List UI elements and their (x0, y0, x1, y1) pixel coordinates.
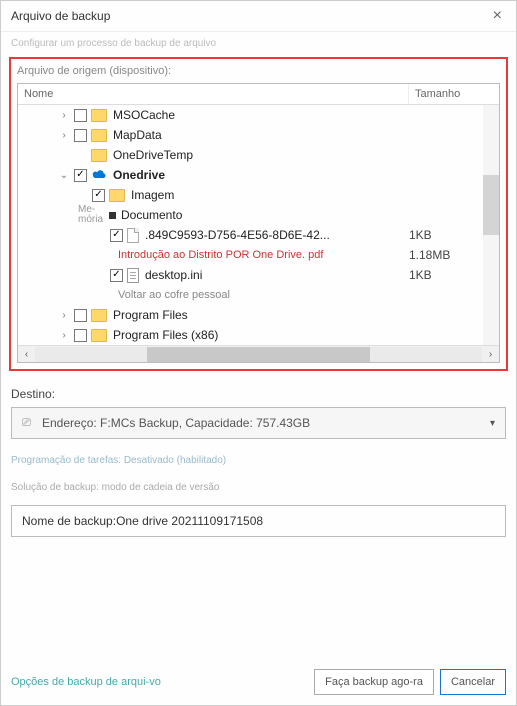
window-subtitle: Configurar um processo de backup de arqu… (1, 32, 516, 55)
tree-item-label: Documento (121, 208, 182, 222)
chevron-down-icon: ▾ (490, 418, 495, 429)
tree-item-label: .849C9593-D756-4E56-8D6E-42... (145, 228, 330, 242)
tree-row[interactable]: OneDriveTemp (18, 145, 499, 165)
tree-item-label: MapData (113, 128, 162, 142)
document-icon (127, 268, 139, 283)
tree-item-label: desktop.ini (145, 268, 202, 282)
folder-icon (91, 329, 107, 342)
checkbox[interactable] (74, 329, 87, 342)
backup-now-button[interactable]: Faça backup ago-ra (314, 669, 434, 695)
advanced-options-link[interactable]: Opções de backup de arqui-vo (11, 676, 308, 688)
tree-item-label: Program Files (x86) (113, 328, 218, 342)
tree-row[interactable]: › MSOCache (18, 105, 499, 125)
tree-row[interactable]: › Program Files (18, 305, 499, 325)
tree-item-label: Introdução ao Distrito POR One Drive. pd… (118, 249, 323, 261)
expander-icon[interactable]: ⌄ (58, 170, 70, 181)
scroll-left-icon[interactable]: ‹ (18, 346, 35, 363)
cloud-icon (91, 168, 113, 183)
horizontal-scrollbar[interactable]: ‹ › (18, 345, 499, 362)
destination-text: Endereço: F:MCs Backup, Capacidade: 757.… (42, 416, 490, 430)
backup-name-prefix: Nome de backup: (22, 514, 116, 528)
checkbox[interactable] (110, 269, 123, 282)
tree-item-label: Program Files (113, 308, 188, 322)
scheme-text[interactable]: Solução de backup: modo de cadeia de ver… (11, 482, 506, 493)
schedule-text[interactable]: Programação de tarefas: Desativado (habi… (11, 455, 506, 466)
backup-name-field[interactable]: Nome de backup: One drive 20211109171508 (11, 505, 506, 537)
file-icon (127, 228, 139, 243)
tree-row[interactable]: Me- mória Documento (18, 205, 499, 225)
destination-icon: ⎚ (22, 417, 36, 429)
tree-item-label: Voltar ao cofre pessoal (118, 289, 230, 301)
checkbox[interactable] (74, 129, 87, 142)
folder-icon (91, 149, 107, 162)
memory-label: Me- mória (78, 205, 103, 225)
tree-item-label: OneDriveTemp (113, 148, 193, 162)
column-size[interactable]: Tamanho (409, 84, 499, 104)
tree-row[interactable]: Imagem (18, 185, 499, 205)
expander-icon[interactable]: › (58, 330, 70, 341)
tree-item-label: Imagem (131, 188, 174, 202)
checkbox[interactable] (74, 309, 87, 322)
backup-name-value: One drive 20211109171508 (116, 514, 263, 528)
square-icon (109, 212, 116, 219)
source-panel: Arquivo de origem (dispositivo): Nome Ta… (9, 57, 508, 371)
expander-icon[interactable]: › (58, 310, 70, 321)
tree-row[interactable]: Voltar ao cofre pessoal (18, 285, 499, 305)
tree-item-label: Onedrive (113, 168, 165, 182)
destination-label: Destino: (11, 387, 506, 401)
checkbox[interactable] (74, 109, 87, 122)
scroll-right-icon[interactable]: › (482, 346, 499, 363)
tree-row[interactable]: › MapData (18, 125, 499, 145)
tree-row[interactable]: .849C9593-D756-4E56-8D6E-42...1KB (18, 225, 499, 245)
tree-row[interactable]: desktop.ini1KB (18, 265, 499, 285)
checkbox[interactable] (74, 169, 87, 182)
destination-selector[interactable]: ⎚ Endereço: F:MCs Backup, Capacidade: 75… (11, 407, 506, 439)
folder-icon (91, 109, 107, 122)
checkbox[interactable] (110, 229, 123, 242)
column-name[interactable]: Nome (18, 84, 409, 104)
folder-icon (109, 189, 125, 202)
tree-row[interactable]: › Program Files (x86) (18, 325, 499, 345)
tree-row[interactable]: Introdução ao Distrito POR One Drive. pd… (18, 245, 499, 265)
cancel-button[interactable]: Cancelar (440, 669, 506, 695)
vertical-scrollbar[interactable] (483, 105, 499, 345)
window-title: Arquivo de backup (11, 9, 110, 23)
folder-icon (91, 129, 107, 142)
tree-item-label: MSOCache (113, 108, 175, 122)
expander-icon[interactable]: › (58, 110, 70, 121)
checkbox[interactable] (92, 189, 105, 202)
expander-icon[interactable]: › (58, 130, 70, 141)
close-icon[interactable]: × (489, 7, 506, 25)
folder-icon (91, 309, 107, 322)
tree-row[interactable]: ⌄ Onedrive (18, 165, 499, 185)
source-label: Arquivo de origem (dispositivo): (17, 65, 500, 77)
source-tree: Nome Tamanho › MSOCache › MapData OneDriveTe… (17, 83, 500, 363)
